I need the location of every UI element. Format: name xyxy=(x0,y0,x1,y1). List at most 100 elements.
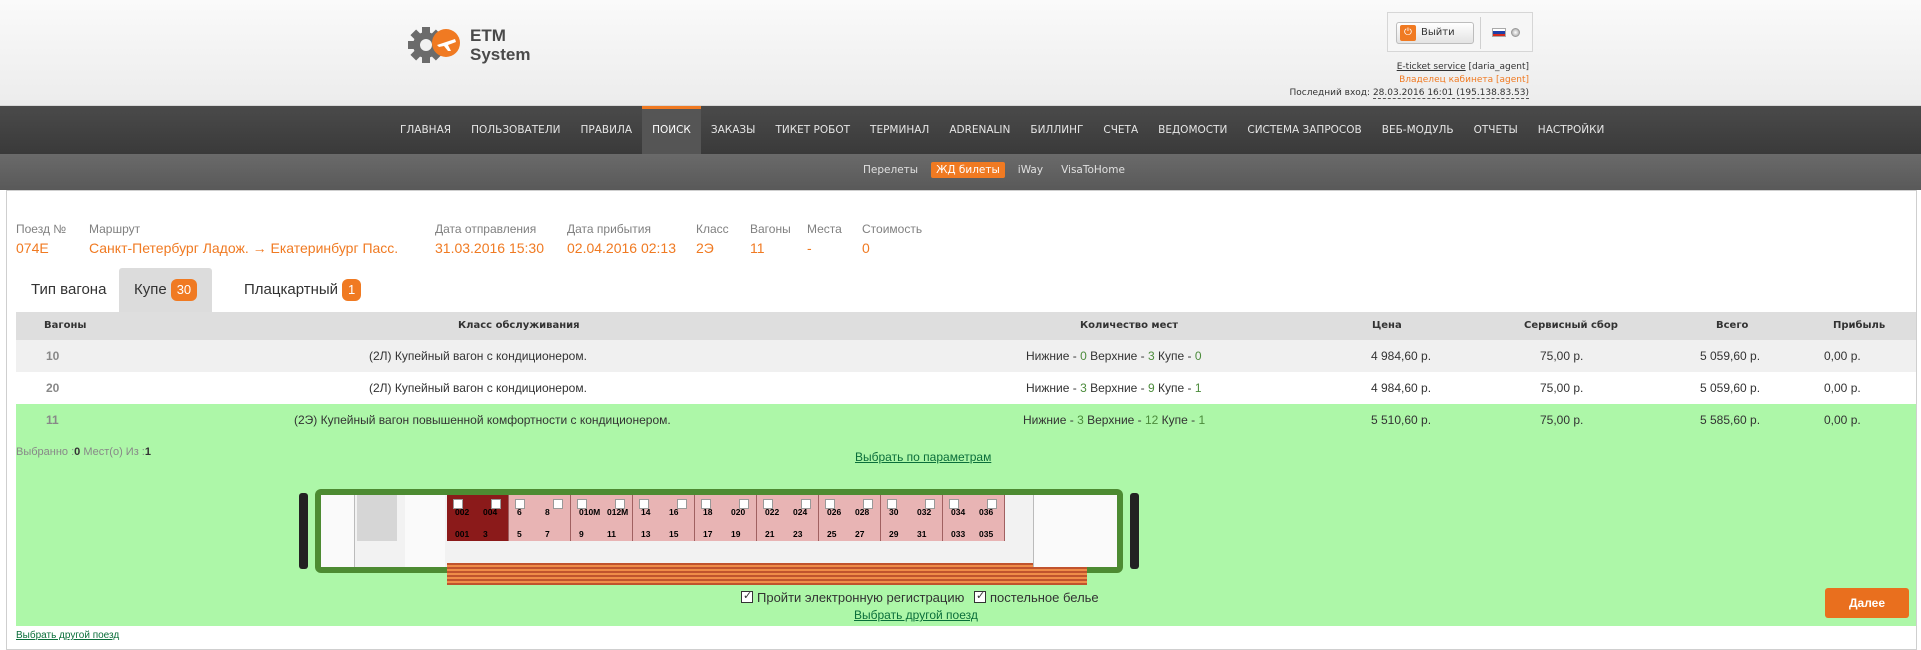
subnav-item[interactable]: VisaToHome xyxy=(1056,162,1130,178)
last-login-value: 28.03.2016 16:01 (195.138.83.53) xyxy=(1372,88,1529,99)
service-room xyxy=(405,495,445,567)
col-total: Всего xyxy=(1716,320,1749,331)
seat-lower[interactable]: 11 xyxy=(607,529,616,539)
nav-item[interactable]: ГЛАВНАЯ xyxy=(390,106,461,154)
nav-item[interactable]: ПРАВИЛА xyxy=(571,106,643,154)
seat-upper[interactable]: 020 xyxy=(731,507,745,517)
seat-upper[interactable]: 8 xyxy=(545,507,550,517)
bottom-other-train-link[interactable]: Выбрать другой поезд xyxy=(16,630,119,641)
subnav-item[interactable]: Перелеты xyxy=(858,162,923,178)
seat-upper[interactable]: 032 xyxy=(917,507,931,517)
subnav-item[interactable]: iWay xyxy=(1013,162,1048,178)
profit: 0,00 р. xyxy=(1824,349,1861,363)
seat-upper[interactable]: 022 xyxy=(765,507,779,517)
price: 4 984,60 р. xyxy=(1371,381,1432,395)
tab-kupe[interactable]: Купе 30 xyxy=(119,268,213,312)
seat-upper[interactable]: 026 xyxy=(827,507,841,517)
seat-lower[interactable]: 15 xyxy=(669,529,678,539)
tab-kupe-count: 30 xyxy=(170,279,198,301)
total: 5 059,60 р. xyxy=(1700,381,1761,395)
seat-lower[interactable]: 19 xyxy=(731,529,740,539)
nav-item[interactable]: ТЕРМИНАЛ xyxy=(860,106,939,154)
seat-lower[interactable]: 9 xyxy=(579,529,584,539)
seat-lower[interactable]: 001 xyxy=(455,529,469,539)
nav-item[interactable]: ОТЧЕТЫ xyxy=(1464,106,1528,154)
seat-lower[interactable]: 5 xyxy=(517,529,522,539)
etm-logo[interactable]: ETM System xyxy=(406,22,536,68)
seat-upper[interactable]: 16 xyxy=(669,507,678,517)
seat-upper[interactable]: 004 xyxy=(483,507,497,517)
seat-lower[interactable]: 13 xyxy=(641,529,650,539)
seat-upper[interactable]: 002 xyxy=(455,507,469,517)
col-service-fee: Сервисный сбор xyxy=(1524,320,1618,331)
nav-item[interactable]: СИСТЕМА ЗАПРОСОВ xyxy=(1237,106,1371,154)
kupe-word: Купе - xyxy=(1158,413,1199,427)
seat-upper[interactable]: 6 xyxy=(517,507,522,517)
arrival-value: 02.04.2016 02:13 xyxy=(567,240,676,256)
russian-flag-icon[interactable] xyxy=(1492,28,1506,37)
wagon-interior: 002 004 6 8 010М 012М 14 16 18 020 022 024 026 028 30 0… xyxy=(321,495,1117,585)
seat-lower[interactable]: 3 xyxy=(483,529,488,539)
seat-count: Нижние - 0 Верхние - 3 Купе - 0 xyxy=(1026,349,1202,363)
table-row[interactable]: 11 (2Э) Купейный вагон повышенной комфорт… xyxy=(16,404,1916,436)
sub-nav: Перелеты ЖД билеты iWay VisaToHome xyxy=(0,154,1921,190)
seat-upper[interactable]: 036 xyxy=(979,507,993,517)
service-class: (2Л) Купейный вагон с кондиционером. xyxy=(369,381,587,395)
nav-item[interactable]: ADRENALIN xyxy=(939,106,1020,154)
train-number: Поезд № 074Е xyxy=(16,222,66,256)
seat-lower[interactable]: 033 xyxy=(951,529,965,539)
seats-label: Места xyxy=(807,222,842,236)
subnav-item[interactable]: ЖД билеты xyxy=(931,162,1005,178)
departure-value: 31.03.2016 15:30 xyxy=(435,240,544,256)
nav-item[interactable]: СЧЕТА xyxy=(1093,106,1148,154)
col-profit: Прибыль xyxy=(1833,320,1886,331)
seat-lower[interactable]: 27 xyxy=(855,529,864,539)
nav-item[interactable]: ЗАКАЗЫ xyxy=(701,106,766,154)
seat-upper[interactable]: 30 xyxy=(889,507,898,517)
nav-item[interactable]: НАСТРОЙКИ xyxy=(1528,106,1615,154)
nav-item[interactable]: ПОИСК xyxy=(642,106,701,154)
linen-checkbox[interactable] xyxy=(973,589,986,603)
eticket-service-link[interactable]: E-ticket service xyxy=(1397,62,1466,72)
nav-item[interactable]: БИЛЛИНГ xyxy=(1020,106,1093,154)
table-row[interactable]: 20 (2Л) Купейный вагон с кондиционером. Ни… xyxy=(16,372,1916,404)
class-label: Класс xyxy=(696,222,729,236)
seat-upper[interactable]: 010М xyxy=(579,507,600,517)
seat-upper[interactable]: 18 xyxy=(703,507,712,517)
lower-count: 0 xyxy=(1080,349,1087,363)
seat-upper[interactable]: 028 xyxy=(855,507,869,517)
lower-word: Нижние - xyxy=(1026,349,1081,363)
seat-upper[interactable]: 034 xyxy=(951,507,965,517)
select-by-params-link[interactable]: Выбрать по параметрам xyxy=(855,450,991,464)
wagons: Вагоны 11 xyxy=(750,222,791,256)
seat-lower[interactable]: 25 xyxy=(827,529,836,539)
seat-upper[interactable]: 012М xyxy=(607,507,628,517)
seat-lower[interactable]: 21 xyxy=(765,529,774,539)
class-value: 2Э xyxy=(696,240,714,256)
next-button[interactable]: Далее xyxy=(1825,588,1909,618)
seat-upper[interactable]: 14 xyxy=(641,507,650,517)
nav-item[interactable]: ПОЛЬЗОВАТЕЛИ xyxy=(461,106,570,154)
language-radio[interactable] xyxy=(1511,28,1520,37)
tab-platskart[interactable]: Плацкартный 1 xyxy=(229,268,376,312)
table-row[interactable]: 10 (2Л) Купейный вагон с кондиционером. Ни… xyxy=(16,340,1916,372)
last-login-label: Последний вход: xyxy=(1289,88,1371,98)
seat-lower[interactable]: 7 xyxy=(545,529,550,539)
seat-lower[interactable]: 035 xyxy=(979,529,993,539)
arrival: Дата прибытия 02.04.2016 02:13 xyxy=(567,222,676,256)
nav-item[interactable]: ВЕБ-МОДУЛЬ xyxy=(1372,106,1464,154)
seat-lower[interactable]: 31 xyxy=(917,529,926,539)
seat-lower[interactable]: 29 xyxy=(889,529,898,539)
logout-button[interactable]: ⏻ Выйти xyxy=(1396,22,1474,44)
choose-other-train-link[interactable]: Выбрать другой поезд xyxy=(854,608,978,622)
e-registration-checkbox[interactable] xyxy=(741,589,753,603)
class-code: (2Л) xyxy=(369,381,392,395)
nav-item[interactable]: ВЕДОМОСТИ xyxy=(1148,106,1237,154)
vestibule-right xyxy=(1033,495,1117,567)
seat-lower[interactable]: 17 xyxy=(703,529,712,539)
e-registration-label: Пройти электронную регистрацию xyxy=(757,590,965,605)
gear-plane-icon xyxy=(408,27,460,63)
seat-lower[interactable]: 23 xyxy=(793,529,802,539)
seat-upper[interactable]: 024 xyxy=(793,507,807,517)
nav-item[interactable]: ТИКЕТ РОБОТ xyxy=(765,106,860,154)
